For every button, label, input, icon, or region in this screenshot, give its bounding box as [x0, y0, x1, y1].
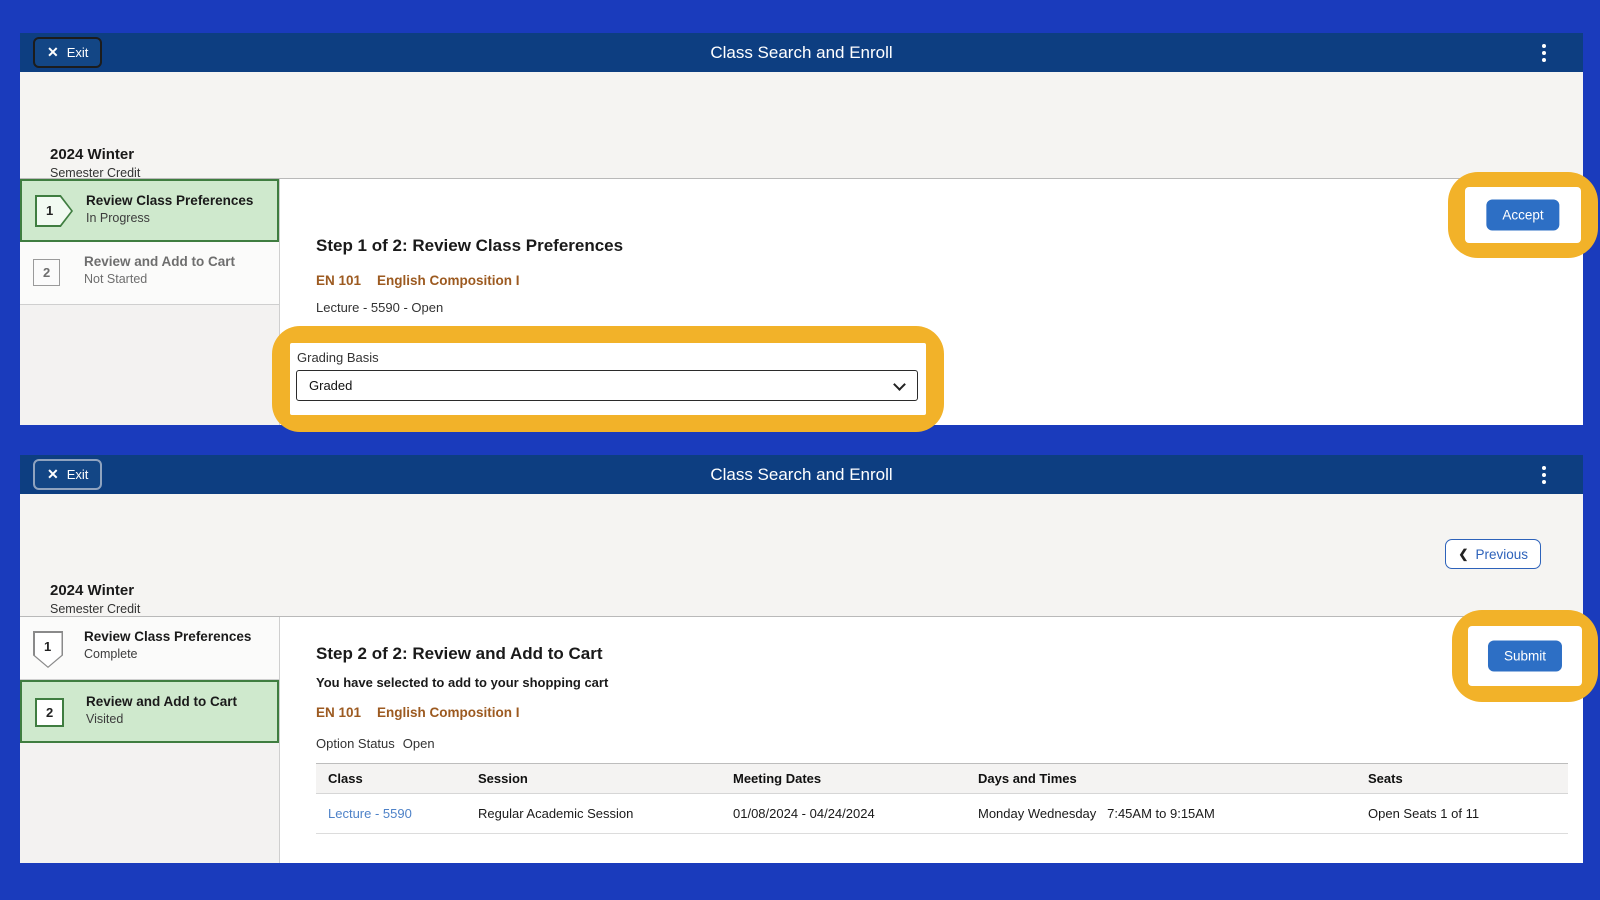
step2-heading: Step 2 of 2: Review and Add to Cart	[316, 644, 603, 664]
step-2-title: Review and Add to Cart	[84, 254, 235, 269]
grading-basis-highlight-inner: Grading Basis Graded	[290, 343, 926, 415]
grading-basis-highlight-annotation: Grading Basis Graded	[272, 326, 944, 432]
step-1-number: 1	[44, 639, 51, 654]
accept-highlight-annotation: Accept	[1448, 172, 1598, 258]
page-title: Class Search and Enroll	[20, 455, 1583, 494]
term-band: ❮ Previous 2024 Winter Semester Credit G…	[20, 494, 1583, 617]
chevron-down-icon	[893, 378, 906, 391]
step-1-title: Review Class Preferences	[86, 193, 253, 208]
step-1-badge-icon: 1	[35, 195, 73, 227]
column-header-seats: Seats	[1356, 764, 1568, 794]
cart-subheading: You have selected to add to your shoppin…	[316, 675, 608, 690]
table-row: Lecture - 5590 Regular Academic Session …	[316, 794, 1568, 834]
submit-highlight-annotation: Submit	[1452, 610, 1598, 702]
column-header-dates: Meeting Dates	[721, 764, 966, 794]
option-status-line: Option Status Open	[316, 736, 435, 751]
course-title: English Composition I	[377, 273, 520, 288]
title-bar: Class Search and Enroll ✕ Exit	[20, 455, 1583, 494]
table-header-row: Class Session Meeting Dates Days and Tim…	[316, 764, 1568, 794]
term-credit-type: Semester Credit	[50, 602, 240, 616]
step1-heading: Step 1 of 2: Review Class Preferences	[316, 236, 623, 256]
accept-highlight-inner: Accept	[1465, 187, 1581, 243]
seats-cell: Open Seats 1 of 11	[1356, 794, 1568, 834]
step-1-badge-icon: 1	[33, 631, 63, 668]
step-2-number: 2	[46, 705, 53, 720]
course-title: English Composition I	[377, 705, 520, 720]
sidebar-step-1[interactable]: 1 Review Class Preferences In Progress	[20, 179, 279, 242]
sidebar-step-2[interactable]: 2 Review and Add to Cart Visited	[20, 680, 279, 743]
class-options-table: Class Session Meeting Dates Days and Tim…	[316, 763, 1568, 834]
term-name: 2024 Winter	[50, 582, 240, 599]
grading-basis-label: Grading Basis	[297, 350, 379, 365]
chevron-left-icon: ❮	[1458, 547, 1468, 561]
close-icon: ✕	[47, 44, 59, 61]
step-1-number: 1	[46, 203, 53, 218]
step-1-title: Review Class Preferences	[84, 629, 251, 644]
exit-button[interactable]: ✕ Exit	[33, 37, 102, 68]
kebab-menu-icon[interactable]	[1535, 41, 1553, 65]
step-2-status: Not Started	[84, 272, 235, 286]
step-2-title: Review and Add to Cart	[86, 694, 237, 709]
days-times-cell: Monday Wednesday 7:45AM to 9:15AM	[966, 794, 1356, 834]
column-header-class: Class	[316, 764, 466, 794]
sidebar-step-1[interactable]: 1 Review Class Preferences Complete	[20, 617, 279, 680]
sidebar-step-2[interactable]: 2 Review and Add to Cart Not Started	[20, 242, 279, 305]
step-2-status: Visited	[86, 712, 237, 726]
course-code: EN 101	[316, 705, 361, 720]
exit-button-label: Exit	[67, 45, 89, 60]
column-header-days: Days and Times	[966, 764, 1356, 794]
option-status-value: Open	[403, 736, 435, 751]
exit-button-label: Exit	[67, 467, 89, 482]
exit-button[interactable]: ✕ Exit	[33, 459, 102, 490]
term-name: 2024 Winter	[50, 146, 240, 163]
course-line: EN 101 English Composition I	[316, 705, 520, 720]
accept-button[interactable]: Accept	[1486, 200, 1559, 231]
submit-button[interactable]: Submit	[1488, 641, 1562, 672]
kebab-menu-icon[interactable]	[1535, 463, 1553, 487]
previous-button-label: Previous	[1475, 547, 1528, 562]
term-credit-type: Semester Credit	[50, 166, 240, 180]
step2-content: Step 2 of 2: Review and Add to Cart You …	[281, 617, 1583, 863]
step-2-number: 2	[43, 265, 50, 280]
term-band: 2024 Winter Semester Credit Grand Rapids…	[20, 72, 1583, 179]
class-section-link[interactable]: Lecture - 5590	[316, 794, 466, 834]
course-line: EN 101 English Composition I	[316, 273, 520, 288]
steps-sidebar: 1 Review Class Preferences Complete 2 Re…	[20, 617, 280, 863]
close-icon: ✕	[47, 466, 59, 483]
session-cell: Regular Academic Session	[466, 794, 721, 834]
column-header-session: Session	[466, 764, 721, 794]
meeting-dates-cell: 01/08/2024 - 04/24/2024	[721, 794, 966, 834]
course-code: EN 101	[316, 273, 361, 288]
section-status: Lecture - 5590 - Open	[316, 300, 443, 315]
grading-basis-select[interactable]: Graded	[296, 370, 918, 401]
grading-basis-selected-value: Graded	[309, 378, 352, 393]
option-status-label: Option Status	[316, 736, 395, 751]
previous-button[interactable]: ❮ Previous	[1445, 539, 1541, 569]
title-bar: Class Search and Enroll ✕ Exit	[20, 33, 1583, 72]
step-1-status: Complete	[84, 647, 251, 661]
steps-sidebar: 1 Review Class Preferences In Progress 2…	[20, 179, 280, 425]
step2-window: Class Search and Enroll ✕ Exit ❮ Previou…	[20, 455, 1583, 863]
step-2-badge-icon: 2	[35, 698, 64, 727]
step-1-status: In Progress	[86, 211, 253, 225]
step-2-badge-icon: 2	[33, 259, 60, 286]
page-title: Class Search and Enroll	[20, 33, 1583, 72]
submit-highlight-inner: Submit	[1468, 626, 1582, 686]
